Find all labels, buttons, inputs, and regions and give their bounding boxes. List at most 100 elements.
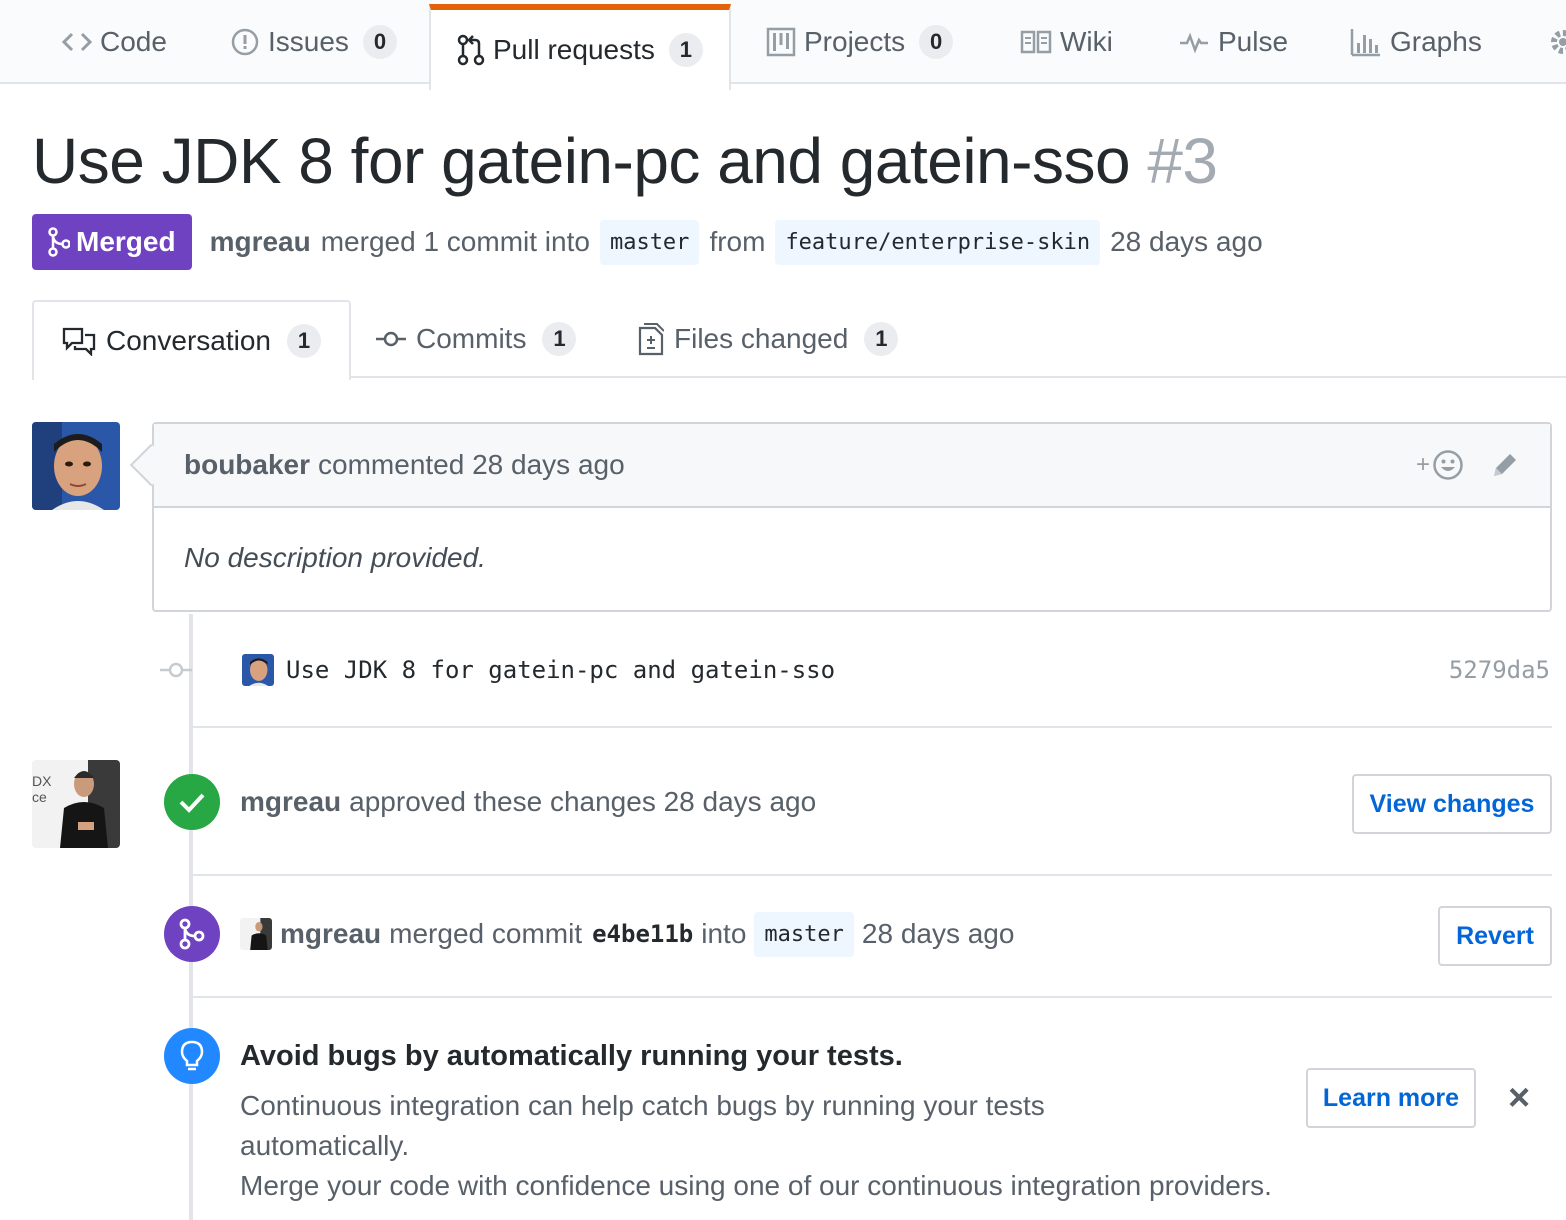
ci-tip-line: Merge your code with confidence using on… — [240, 1170, 1272, 1201]
repo-tab-pull-requests[interactable]: Pull requests 1 — [429, 4, 731, 90]
projects-count: 0 — [919, 25, 954, 59]
repo-tab-label: Pulse — [1218, 26, 1289, 57]
ci-tip-title: Avoid bugs by automatically running your… — [240, 1040, 903, 1072]
merge-into-text: into — [701, 918, 747, 949]
repo-tab-pulse[interactable]: Pulse — [1178, 0, 1288, 84]
repo-tab-label: Projects — [804, 26, 906, 57]
comment-action: commented 28 days ago — [318, 449, 625, 480]
tab-files-changed[interactable]: Files changed 1 — [638, 300, 899, 378]
commit-message-link[interactable]: Use JDK 8 for gatein-pc and gatein-sso — [286, 656, 835, 684]
merge-time: 28 days ago — [861, 918, 1015, 949]
tab-conversation[interactable]: Conversation 1 — [32, 300, 351, 380]
issue-icon — [231, 28, 259, 56]
repo-tab-label: Graphs — [1390, 26, 1482, 57]
pr-meta: Merged mgreau merged 1 commit into maste… — [32, 214, 1263, 270]
check-icon — [179, 793, 205, 813]
git-commit-icon — [160, 662, 192, 678]
repo-tab-label: Wiki — [1060, 26, 1113, 57]
comment-header: boubaker commented 28 days ago + — [154, 424, 1550, 508]
comment-author[interactable]: boubaker — [184, 449, 310, 481]
review-event: mgreau approved these changes 28 days ag… — [164, 774, 816, 830]
timeline-divider — [192, 874, 1552, 876]
approved-badge — [164, 774, 220, 830]
code-icon — [62, 32, 92, 52]
repo-nav: Code Issues 0 Pull requests 1 Projects 0… — [0, 0, 1566, 90]
merge-author[interactable]: mgreau — [280, 918, 381, 950]
pr-title-text: Use JDK 8 for gatein-pc and gatein-sso — [32, 125, 1131, 197]
status-badge: Merged — [32, 214, 192, 270]
pencil-icon[interactable] — [1490, 450, 1520, 480]
diff-icon — [638, 323, 664, 356]
project-icon — [766, 27, 796, 57]
timeline-divider — [192, 726, 1552, 728]
learn-more-button[interactable]: Learn more — [1306, 1068, 1476, 1128]
tab-label: Conversation — [106, 325, 271, 356]
repo-tab-label: Pull requests — [493, 34, 655, 65]
review-text: approved these changes 28 days ago — [349, 786, 817, 817]
comment-actions: + — [1416, 449, 1520, 481]
repo-tab-code[interactable]: Code — [62, 0, 167, 84]
tab-label: Files changed — [674, 323, 849, 354]
base-branch[interactable]: master — [599, 219, 700, 265]
pull-requests-count: 1 — [668, 33, 703, 67]
commit-row: Use JDK 8 for gatein-pc and gatein-sso 5… — [160, 640, 1550, 700]
add-reaction-label: + — [1415, 451, 1430, 478]
repo-tab-label: Issues — [268, 26, 349, 57]
review-author[interactable]: mgreau — [240, 786, 341, 818]
comment-body: No description provided. — [184, 542, 486, 573]
merged-badge — [164, 906, 220, 962]
merge-text: merged commit — [389, 918, 583, 949]
repo-tab-label: Code — [100, 26, 167, 57]
git-merge-icon — [48, 227, 70, 257]
repo-tab-projects[interactable]: Projects 0 — [766, 0, 954, 84]
merge-commit-sha[interactable]: e4be11b — [592, 920, 693, 948]
commit-sha-link[interactable]: 5279da5 — [1449, 656, 1550, 684]
ci-tip-line: Continuous integration can help catch bu… — [240, 1090, 1045, 1121]
merge-text: merged 1 commit into — [320, 226, 590, 257]
issues-count: 0 — [362, 25, 397, 59]
page-title: Use JDK 8 for gatein-pc and gatein-sso #… — [32, 124, 1218, 198]
merge-event: mgreau merged commit e4be11b into master… — [164, 906, 1014, 962]
git-pull-request-icon — [457, 34, 485, 66]
git-merge-icon — [179, 918, 205, 950]
pr-time: 28 days ago — [1110, 226, 1263, 257]
tab-commits[interactable]: Commits 1 — [376, 300, 577, 378]
comment-discussion-icon — [62, 327, 96, 356]
comment-box: boubaker commented 28 days ago + No desc… — [129, 422, 1552, 612]
from-text: from — [709, 226, 766, 257]
commits-count: 1 — [542, 322, 577, 356]
pr-author-link[interactable]: mgreau — [210, 226, 311, 258]
repo-tab-graphs[interactable]: Graphs — [1350, 0, 1482, 84]
status-badge-label: Merged — [76, 226, 176, 257]
pr-number: #3 — [1147, 125, 1218, 197]
repo-tab-wiki[interactable]: Wiki — [1020, 0, 1113, 84]
book-icon — [1020, 30, 1052, 54]
smiley-icon — [1433, 450, 1463, 480]
svg-text:ce: ce — [32, 789, 47, 805]
avatar[interactable]: DX ce — [32, 760, 120, 848]
commit-author-avatar[interactable] — [242, 654, 274, 686]
revert-button[interactable]: Revert — [1438, 906, 1552, 966]
view-changes-button[interactable]: View changes — [1352, 774, 1552, 834]
tab-label: Commits — [416, 323, 527, 354]
avatar[interactable] — [32, 422, 120, 510]
head-branch[interactable]: feature/enterprise-skin — [775, 219, 1101, 265]
repo-tab-issues[interactable]: Issues 0 — [230, 0, 397, 84]
pr-tabs: Conversation 1 Commits 1 Files changed 1 — [32, 300, 1566, 380]
merge-branch[interactable]: master — [754, 911, 854, 957]
ci-tip-line: automatically. — [240, 1130, 410, 1161]
graph-icon — [1350, 29, 1380, 57]
git-commit-icon — [376, 331, 406, 347]
repo-tab-settings[interactable] — [1548, 0, 1566, 84]
pulse-icon — [1180, 32, 1208, 54]
conversation-count: 1 — [286, 324, 321, 358]
close-icon[interactable]: × — [1508, 1078, 1530, 1118]
add-reaction-button[interactable]: + — [1416, 449, 1464, 481]
tip-badge — [164, 1028, 220, 1084]
gear-icon — [1551, 30, 1566, 54]
timeline-divider — [192, 996, 1552, 998]
light-bulb-icon — [180, 1040, 204, 1071]
svg-text:DX: DX — [32, 773, 52, 789]
merge-author-avatar[interactable] — [240, 918, 272, 950]
files-changed-count: 1 — [864, 322, 899, 356]
